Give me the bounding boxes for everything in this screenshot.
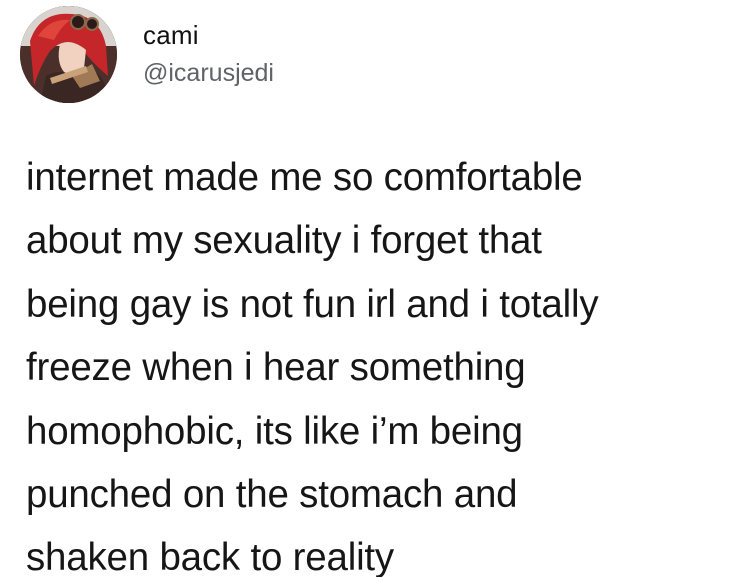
tweet-body: internet made me so comfortable about my… — [26, 146, 726, 577]
tweet-card: cami @icarusjedi internet made me so com… — [0, 0, 736, 577]
tweet-text-line: internet made me so comfortable — [26, 156, 583, 199]
tweet-text-line: about my sexuality i forget that — [26, 219, 542, 263]
tweet-text-line: punched on the stomach and — [26, 473, 518, 517]
profile-avatar-icon — [20, 6, 117, 103]
tweet-text-line: freeze when i hear something — [26, 346, 526, 390]
display-name[interactable]: cami — [143, 20, 199, 51]
avatar[interactable] — [20, 6, 117, 103]
tweet-text-line: shaken back to reality — [26, 536, 394, 577]
tweet-text-line: homophobic, its like i’m being — [26, 409, 523, 453]
tweet-text-line: being gay is not fun irl and i totally — [26, 282, 599, 326]
user-handle[interactable]: @icarusjedi — [143, 59, 274, 88]
